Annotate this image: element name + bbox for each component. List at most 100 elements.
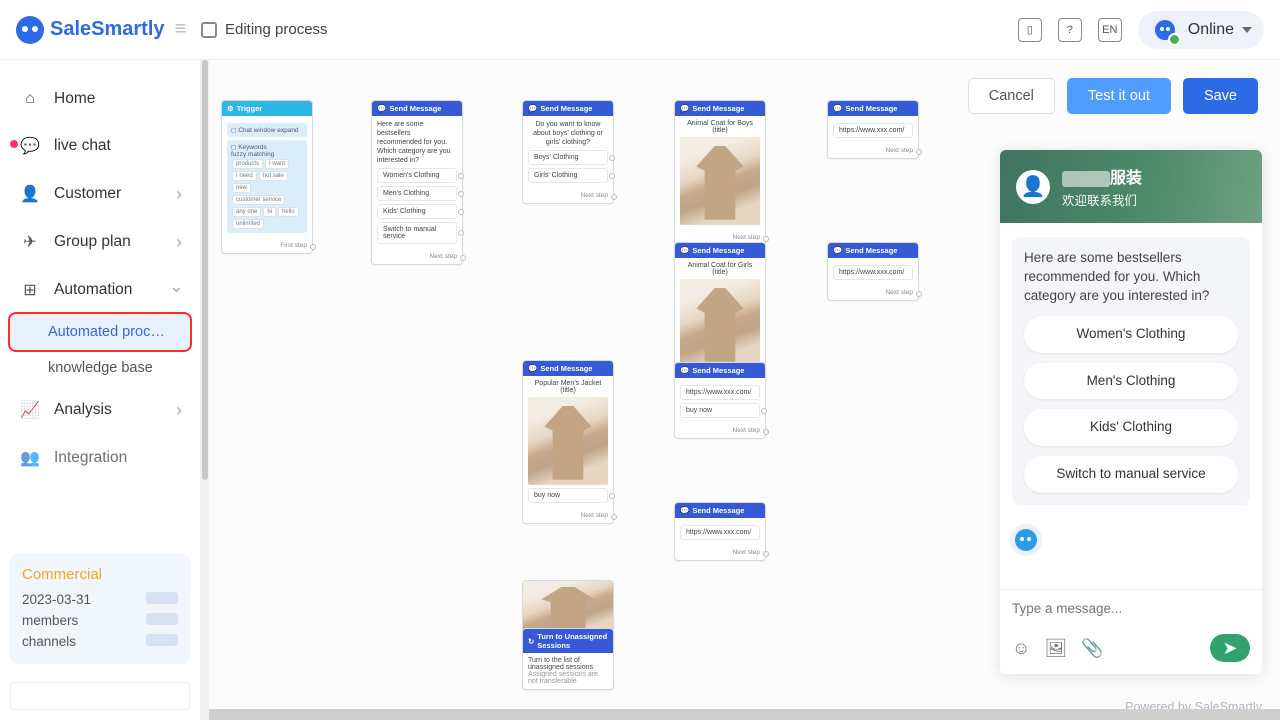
brand-name: SaleSmartly xyxy=(50,18,165,41)
flow-node-link-3[interactable]: 💬 Send Message https://www.xxx.com/ Next… xyxy=(827,100,919,159)
flow-node-category[interactable]: 💬 Send Message Here are some bestsellers… xyxy=(371,100,463,265)
attachment-icon[interactable]: 📎 xyxy=(1081,638,1103,659)
cancel-button[interactable]: Cancel xyxy=(968,78,1055,114)
chat-chip-kids[interactable]: Kids' Clothing xyxy=(1024,409,1238,446)
breadcrumb: Editing process xyxy=(201,21,328,38)
sidebar-subitem-automated-process[interactable]: Automated proc… xyxy=(10,314,190,350)
status-dropdown[interactable]: Online xyxy=(1138,11,1264,49)
home-icon: ⌂ xyxy=(20,90,40,108)
option-manual[interactable]: Switch to manual service xyxy=(377,222,457,244)
emoji-icon[interactable]: ☺ xyxy=(1012,638,1030,659)
brand-bot-icon xyxy=(16,16,44,44)
chat-tool-row: ☺ 🖼 📎 ➤ xyxy=(1000,628,1262,674)
chat-subtitle: 欢迎联系我们 xyxy=(1062,190,1142,209)
chat-header: 👤 服装 欢迎联系我们 xyxy=(1000,150,1262,223)
customer-icon: 👤 xyxy=(20,184,40,204)
link-field: https://www.xxx.com/ xyxy=(833,123,913,138)
sidebar-bottom-slot xyxy=(10,682,190,710)
option-kids[interactable]: Kids' Clothing xyxy=(377,204,457,219)
sidebar-item-label: Analysis xyxy=(54,401,112,419)
unread-dot xyxy=(10,140,18,148)
send-icon: ✈ xyxy=(20,232,40,252)
link-field: https://www.xxx.com/ xyxy=(833,265,913,280)
flow-node-link-2[interactable]: 💬 Send Message https://www.xxx.com/ Next… xyxy=(674,502,766,561)
flow-node-link-1[interactable]: 💬 Send Message https://www.xxx.com/ buy … xyxy=(674,362,766,439)
product-image xyxy=(680,279,760,367)
chat-input-row xyxy=(1000,589,1262,628)
flow-node-trigger[interactable]: ⚙Trigger ◻ Chat window expand ◻ Keywords… xyxy=(221,100,313,254)
help-icon[interactable]: ? xyxy=(1058,18,1082,42)
send-button[interactable]: ➤ xyxy=(1210,634,1250,662)
automation-icon: ⊞ xyxy=(20,280,40,300)
flow-node-mens-jacket[interactable]: 💬 Send Message Popular Men's Jacket (tit… xyxy=(522,360,614,524)
brand-logo[interactable]: SaleSmartly ≡ xyxy=(16,16,201,44)
plan-title: Commercial xyxy=(22,566,178,583)
chat-input[interactable] xyxy=(1012,601,1250,616)
flow-node-girls-coat[interactable]: 💬 Send Message Animal Coat for Girls (ti… xyxy=(674,242,766,375)
plan-card: Commercial 2023-03-31 members channels xyxy=(10,554,190,664)
chat-message: Here are some bestsellers recommended fo… xyxy=(1012,237,1250,505)
blurred-value xyxy=(146,592,178,604)
link-field: https://www.xxx.com/ xyxy=(680,385,760,400)
flow-node-kids-question[interactable]: 💬 Send Message Do you want to know about… xyxy=(522,100,614,204)
chat-title-blur xyxy=(1062,171,1110,187)
product-image xyxy=(528,397,608,485)
chat-chip-mens[interactable]: Men's Clothing xyxy=(1024,363,1238,400)
sidebar-item-customer[interactable]: 👤 Customer xyxy=(0,170,200,218)
top-bar: SaleSmartly ≡ Editing process ▯ ? EN Onl… xyxy=(0,0,1280,60)
integration-icon: 👥 xyxy=(20,448,40,468)
sidebar: ⌂ Home 💬 live chat 👤 Customer ✈ Group pl… xyxy=(0,60,200,720)
product-image xyxy=(680,137,760,225)
sidebar-item-label: Integration xyxy=(54,449,127,467)
blurred-value xyxy=(146,634,178,646)
option-womens[interactable]: Women's Clothing xyxy=(377,168,457,183)
chat-avatar: 👤 xyxy=(1016,170,1050,204)
image-icon[interactable]: 🖼 xyxy=(1044,638,1067,659)
bot-icon xyxy=(1155,20,1175,40)
sidebar-item-label: Automation xyxy=(54,281,132,299)
chat-chip-womens[interactable]: Women's Clothing xyxy=(1024,316,1238,353)
trigger-keywords: ◻ Keywords fuzzy matching productsI want… xyxy=(227,140,307,233)
plan-channels-label: channels xyxy=(22,634,76,649)
flow-node-turn-unassigned[interactable]: ↻ Turn to Unassigned Sessions Turn to th… xyxy=(522,628,614,690)
sidebar-item-group-plan[interactable]: ✈ Group plan xyxy=(0,218,200,266)
sidebar-item-home[interactable]: ⌂ Home xyxy=(0,76,200,122)
chat-chip-manual[interactable]: Switch to manual service xyxy=(1024,456,1238,493)
sidebar-item-integration[interactable]: 👥 Integration xyxy=(0,434,200,482)
plan-expiry: 2023-03-31 xyxy=(22,592,91,607)
top-actions: ▯ ? EN Online xyxy=(1018,11,1264,49)
sidebar-item-label: Group plan xyxy=(54,233,131,251)
test-button[interactable]: Test it out xyxy=(1067,78,1171,114)
option-girls[interactable]: Girls' Clothing xyxy=(528,168,608,183)
option-boys[interactable]: Boys' Clothing xyxy=(528,150,608,165)
device-preview-icon[interactable]: ▯ xyxy=(1018,18,1042,42)
flow-node-link-4[interactable]: 💬 Send Message https://www.xxx.com/ Next… xyxy=(827,242,919,301)
sidebar-item-label: Home xyxy=(54,90,95,108)
vertical-scrollbar[interactable] xyxy=(201,60,209,720)
chevron-down-icon xyxy=(1242,27,1252,33)
sidebar-subitem-knowledge-base[interactable]: knowledge base xyxy=(0,350,200,386)
online-label: Online xyxy=(1188,21,1234,39)
save-button[interactable]: Save xyxy=(1183,78,1258,114)
sidebar-item-label: live chat xyxy=(54,137,111,155)
link-field: https://www.xxx.com/ xyxy=(680,525,760,540)
blurred-value xyxy=(146,613,178,625)
language-badge[interactable]: EN xyxy=(1098,18,1122,42)
sidebar-item-automation[interactable]: ⊞ Automation xyxy=(0,266,200,314)
action-buttons: Cancel Test it out Save xyxy=(968,78,1258,114)
sidebar-item-label: Customer xyxy=(54,185,121,203)
sidebar-item-live-chat[interactable]: 💬 live chat xyxy=(0,122,200,170)
option-buy-now[interactable]: buy now xyxy=(680,403,760,418)
process-icon xyxy=(201,22,217,38)
user-avatar xyxy=(1150,15,1180,45)
flow-node-boys-coat[interactable]: 💬 Send Message Animal Coat for Boys (tit… xyxy=(674,100,766,246)
page-title: Editing process xyxy=(225,21,328,38)
analysis-icon: 📈 xyxy=(20,400,40,420)
horizontal-scrollbar[interactable] xyxy=(209,709,1280,720)
bolt-icon: ⚙ xyxy=(227,104,234,113)
option-mens[interactable]: Men's Clothing xyxy=(377,186,457,201)
sidebar-item-analysis[interactable]: 📈 Analysis xyxy=(0,386,200,434)
chat-preview-panel: 👤 服装 欢迎联系我们 Here are some bestsellers re… xyxy=(1000,150,1262,674)
sidebar-toggle-icon[interactable]: ≡ xyxy=(175,18,187,41)
option-buy-now[interactable]: buy now xyxy=(528,488,608,503)
